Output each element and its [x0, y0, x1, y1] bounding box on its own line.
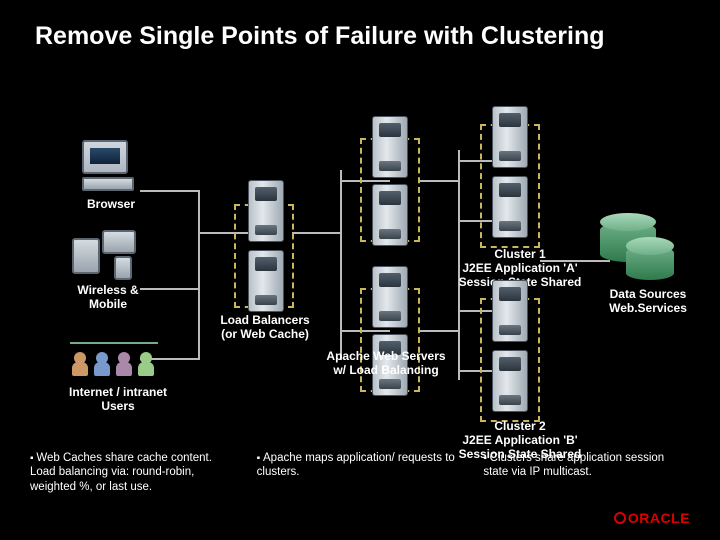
- data-sources-icon: [600, 222, 690, 292]
- server-icon: [372, 266, 408, 328]
- internet-users-label: Internet / intranet Users: [58, 386, 178, 414]
- slide-title: Remove Single Points of Failure with Clu…: [35, 22, 605, 51]
- server-icon: [492, 280, 528, 342]
- bullet-1: ▪ Web Caches share cache content. Load b…: [30, 451, 237, 494]
- connector-line: [198, 190, 200, 360]
- connector-line: [420, 180, 460, 182]
- browser-client-icon: [82, 140, 134, 191]
- server-icon: [492, 350, 528, 412]
- server-icon: [248, 180, 284, 242]
- wireless-mobile-icon: [72, 230, 144, 280]
- server-icon: [492, 176, 528, 238]
- server-icon: [372, 116, 408, 178]
- load-balancers-label: Load Balancers (or Web Cache): [205, 314, 325, 342]
- data-sources-label: Data Sources Web.Services: [588, 288, 708, 316]
- oracle-logo-text: ORACLE: [628, 510, 690, 526]
- connector-line: [292, 232, 340, 234]
- oracle-logo: ORACLE: [614, 510, 690, 526]
- browser-label: Browser: [76, 198, 146, 212]
- server-icon: [372, 184, 408, 246]
- bullet-2: ▪ Apache maps application/ requests to c…: [257, 451, 464, 494]
- oracle-logo-icon: [614, 512, 626, 524]
- server-icon: [492, 106, 528, 168]
- bullet-3: ▪ Clusters share application session sta…: [483, 451, 690, 494]
- server-icon: [248, 250, 284, 312]
- bullet-row: ▪ Web Caches share cache content. Load b…: [30, 451, 690, 494]
- connector-line: [420, 330, 460, 332]
- apache-servers-label: Apache Web Servers w/ Load Balancing: [298, 350, 474, 378]
- connector-line: [140, 190, 200, 192]
- wireless-mobile-label: Wireless & Mobile: [62, 284, 154, 312]
- internet-users-icon: [66, 340, 162, 382]
